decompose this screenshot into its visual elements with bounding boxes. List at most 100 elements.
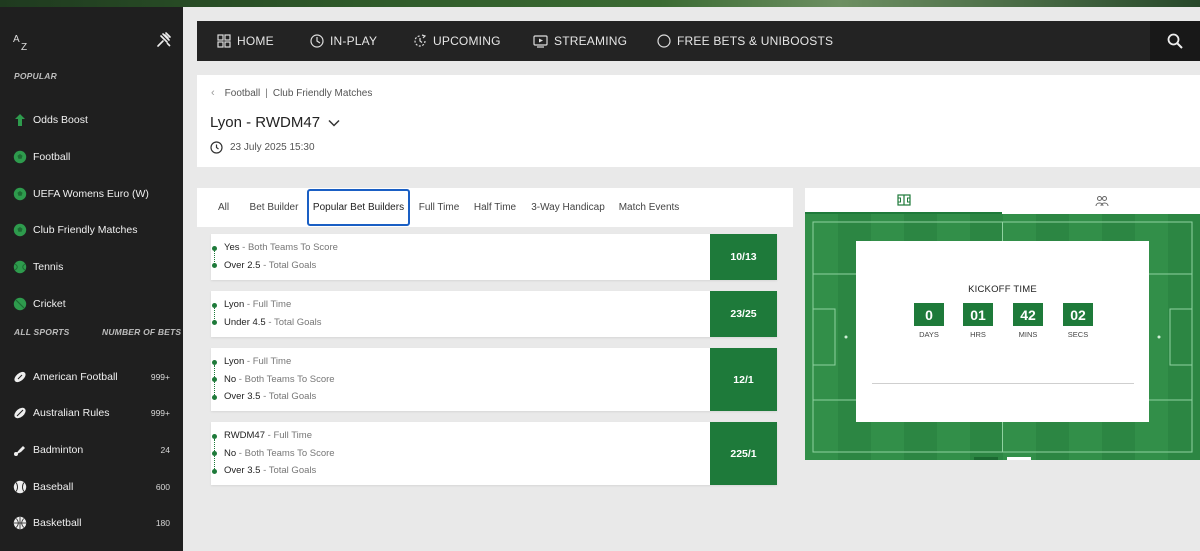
leg-separator: - xyxy=(244,299,253,310)
event-date-text: 23 July 2025 15:30 xyxy=(230,142,315,153)
nav-free-bets[interactable]: FREE BETS & UNIBOOSTS xyxy=(657,21,833,61)
countdown-days: 0 DAYS xyxy=(912,303,946,339)
carousel-dot-2[interactable] xyxy=(1007,457,1031,460)
sidebar-item-label: Football xyxy=(33,151,71,163)
sidebar-item-boxing[interactable]: Boxing167 xyxy=(0,545,183,551)
pitch-icon xyxy=(896,194,911,206)
tab-full-time[interactable]: Full Time xyxy=(416,188,462,227)
bet-leg: Lyon - Full Time xyxy=(224,356,291,367)
tab-bet-builder[interactable]: Bet Builder xyxy=(247,188,301,227)
bet-leg: Yes - Both Teams To Score xyxy=(224,242,338,253)
free-bets-icon xyxy=(657,34,671,48)
bet-builder-card[interactable]: Yes - Both Teams To Score Over 2.5 - Tota… xyxy=(211,234,777,280)
nav-free-bets-label: FREE BETS & UNIBOOSTS xyxy=(677,34,834,48)
nav-streaming-label: STREAMING xyxy=(554,34,628,48)
nav-streaming[interactable]: STREAMING xyxy=(533,21,627,61)
sidebar-item-cricket[interactable]: Cricket xyxy=(0,289,183,319)
carousel-dot-1[interactable] xyxy=(974,457,998,460)
breadcrumb-competition[interactable]: Club Friendly Matches xyxy=(273,88,372,99)
sidebar-item-australian-rules[interactable]: Australian Rules 999+ xyxy=(0,398,183,428)
countdown-hours: 01 HRS xyxy=(961,303,995,339)
sidebar-item-label: Baseball xyxy=(33,481,74,493)
football-icon xyxy=(13,150,27,164)
sidebar-item-odds-boost[interactable]: Odds Boost xyxy=(0,105,183,135)
sidebar-item-baseball[interactable]: Baseball 600 xyxy=(0,472,183,502)
tab-pitch[interactable] xyxy=(805,188,1002,214)
sidebar-item-label: Tennis xyxy=(33,261,64,273)
nav-upcoming[interactable]: UPCOMING xyxy=(413,21,501,61)
countdown-minutes-unit: MINS xyxy=(1018,330,1038,339)
tab-lineups[interactable] xyxy=(1003,188,1200,214)
sidebar-item-count: 999+ xyxy=(150,408,170,418)
nav-in-play[interactable]: IN-PLAY xyxy=(310,21,377,61)
leg-market: Total Goals xyxy=(268,259,317,271)
chevron-down-icon xyxy=(328,119,340,127)
odds-button[interactable]: 225/1 xyxy=(710,422,777,485)
sidebar: AZ POPULAR Odds Boost Football UEFA Womens… xyxy=(0,7,183,551)
countdown-seconds-unit: SECS xyxy=(1067,330,1089,339)
leg-dot xyxy=(212,468,217,474)
leg-separator: - xyxy=(260,391,269,402)
australian-rules-icon xyxy=(13,406,27,420)
countdown-minutes-value: 42 xyxy=(1013,303,1043,326)
sidebar-item-american-football[interactable]: American Football 999+ xyxy=(0,362,183,392)
sidebar-item-club-friendly-matches[interactable]: Club Friendly Matches xyxy=(0,215,183,245)
sidebar-item-label: American Football xyxy=(33,371,118,383)
football-pitch: KICKOFF TIME 0 DAYS 01 HRS 42 MINS 02 SE… xyxy=(805,214,1200,460)
leg-market: Full Time xyxy=(252,299,292,310)
sidebar-item-label: Cricket xyxy=(33,298,66,310)
tab-half-time[interactable]: Half Time xyxy=(471,188,519,227)
upcoming-icon xyxy=(414,34,427,47)
leg-separator: - xyxy=(236,447,245,459)
leg-market: Total Goals xyxy=(268,391,317,402)
sidebar-item-uefa-womens-euro-w[interactable]: UEFA Womens Euro (W) xyxy=(0,179,183,209)
sidebar-item-tennis[interactable]: Tennis xyxy=(0,252,183,282)
leg-market: Full Time xyxy=(273,430,312,441)
tab-match-events[interactable]: Match Events xyxy=(617,188,681,227)
top-banner-strip xyxy=(0,0,1200,7)
tab-all[interactable]: All xyxy=(211,188,236,227)
bet-leg: Over 3.5 - Total Goals xyxy=(224,391,316,402)
bet-leg: RWDM47 - Full Time xyxy=(224,430,312,441)
market-tabs: All Bet Builder Popular Bet Builders Ful… xyxy=(197,188,793,227)
pin-icon[interactable] xyxy=(155,31,173,49)
bet-builder-card[interactable]: Lyon - Full Time Under 4.5 - Total Goals 2… xyxy=(211,291,777,337)
cricket-icon xyxy=(13,297,27,311)
tab-3-way-handicap[interactable]: 3-Way Handicap xyxy=(530,188,606,227)
sidebar-item-badminton[interactable]: Badminton 24 xyxy=(0,435,183,465)
back-chevron-icon[interactable]: ‹ xyxy=(211,87,215,99)
sidebar-item-football[interactable]: Football xyxy=(0,142,183,172)
event-header: ‹ Football | Club Friendly Matches Lyon … xyxy=(197,75,1200,167)
leg-selection: No xyxy=(224,373,237,385)
countdown-hours-unit: HRS xyxy=(970,330,986,339)
tab-popular-bet-builders[interactable]: Popular Bet Builders xyxy=(307,189,410,226)
breadcrumb-football[interactable]: Football xyxy=(225,88,261,99)
bet-leg: No - Both Teams To Score xyxy=(224,374,335,385)
countdown-minutes: 42 MINS xyxy=(1011,303,1045,339)
az-sort-icon[interactable]: AZ xyxy=(13,34,33,54)
odds-button[interactable]: 23/25 xyxy=(710,291,777,337)
kickoff-countdown-card: KICKOFF TIME 0 DAYS 01 HRS 42 MINS 02 SE… xyxy=(856,241,1149,422)
sidebar-item-label: Badminton xyxy=(33,444,84,456)
leg-dot xyxy=(212,359,217,365)
sidebar-item-count: 24 xyxy=(160,445,170,455)
event-title-selector[interactable]: Lyon - RWDM47 xyxy=(210,114,340,131)
bet-leg: Over 3.5 - Total Goals xyxy=(224,465,316,476)
bet-builder-card[interactable]: RWDM47 - Full Time No - Both Teams To Sco… xyxy=(211,422,777,485)
odds-button[interactable]: 10/13 xyxy=(710,234,777,280)
leg-selection: No xyxy=(224,447,237,459)
search-button[interactable] xyxy=(1150,21,1200,61)
pitch-tabs xyxy=(805,188,1200,214)
nav-home[interactable]: HOME xyxy=(217,21,274,61)
clock-icon xyxy=(210,141,223,154)
odds-button[interactable]: 12/1 xyxy=(710,348,777,411)
top-nav: HOME IN-PLAY UPCOMING STREAMING FREE BET… xyxy=(197,21,1200,61)
leg-selection: Under 4.5 xyxy=(224,316,266,328)
countdown-days-unit: DAYS xyxy=(919,330,939,339)
leg-market: Total Goals xyxy=(268,465,317,476)
all-sports-heading: ALL SPORTS xyxy=(14,327,70,337)
football-icon xyxy=(13,223,27,237)
lineups-icon xyxy=(1095,196,1108,207)
sidebar-item-basketball[interactable]: Basketball 180 xyxy=(0,508,183,538)
bet-builder-card[interactable]: Lyon - Full Time No - Both Teams To Score… xyxy=(211,348,777,411)
